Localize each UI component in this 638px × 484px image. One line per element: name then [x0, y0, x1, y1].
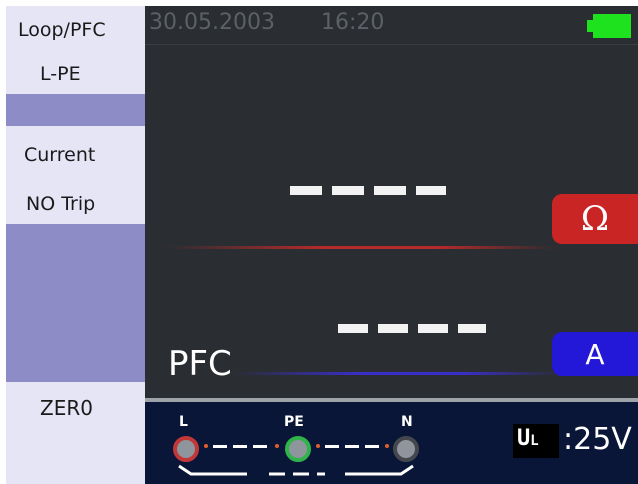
connection-dot	[204, 444, 208, 448]
top-status-bar: 30.05.2003 16:20	[145, 6, 638, 45]
test-voltage-value: :25V	[563, 422, 632, 457]
ohm-unit-label: Ω	[580, 199, 610, 239]
bottom-status-bar: L PE N UL :25V	[145, 398, 638, 484]
wire-dash	[253, 445, 267, 448]
meter-screen: Loop/PFC L-PE Current NO Trip ZER0 30.05…	[0, 0, 638, 484]
terminal-n-icon	[393, 436, 419, 462]
date-display: 30.05.2003	[149, 10, 275, 35]
menu-item-current[interactable]: Current	[6, 126, 145, 184]
function-menu: Loop/PFC L-PE Current NO Trip ZER0	[6, 6, 145, 484]
secondary-dash	[458, 324, 486, 333]
primary-dash	[416, 186, 446, 195]
secondary-dash	[338, 324, 368, 333]
terminal-l-label: L	[179, 414, 188, 430]
voltage-label: UL	[517, 426, 539, 451]
menu-item-trip-mode-label: NO Trip	[26, 193, 96, 215]
terminal-pe-label: PE	[284, 414, 304, 430]
terminal-n-label: N	[401, 414, 413, 430]
connection-dot	[275, 444, 279, 448]
secondary-divider	[231, 372, 561, 375]
primary-dash	[332, 186, 364, 195]
amp-unit-button[interactable]: A	[552, 332, 638, 376]
primary-divider	[166, 246, 556, 249]
wire-dash	[345, 445, 359, 448]
menu-item-function[interactable]: Loop/PFC	[6, 6, 145, 54]
zero-button-label: ZER0	[40, 396, 93, 420]
amp-unit-label: A	[585, 337, 605, 371]
primary-dash	[290, 186, 322, 195]
menu-item-current-label: Current	[24, 144, 96, 166]
connection-dot	[316, 444, 320, 448]
wire-dash	[365, 445, 379, 448]
ohm-unit-button[interactable]: Ω	[552, 194, 638, 244]
menu-item-connection-label: L-PE	[40, 63, 81, 85]
wire-dash	[213, 445, 227, 448]
zero-button[interactable]: ZER0	[6, 382, 145, 484]
loop-path-icon	[178, 464, 414, 476]
wire-dash	[233, 445, 247, 448]
display-frame: Loop/PFC L-PE Current NO Trip ZER0 30.05…	[6, 6, 638, 484]
terminal-pe-icon	[285, 436, 311, 462]
secondary-dash	[418, 324, 448, 333]
terminal-l-icon	[173, 436, 199, 462]
menu-item-connection[interactable]: L-PE	[6, 54, 145, 94]
menu-item-function-label: Loop/PFC	[18, 19, 106, 41]
time-display: 16:20	[321, 10, 385, 35]
mode-label: PFC	[168, 344, 232, 384]
secondary-dash	[378, 324, 408, 333]
battery-icon	[593, 14, 631, 38]
menu-item-trip-mode[interactable]: NO Trip	[6, 184, 145, 224]
primary-dash	[374, 186, 406, 195]
wire-dash	[325, 445, 339, 448]
connection-dot	[385, 444, 389, 448]
